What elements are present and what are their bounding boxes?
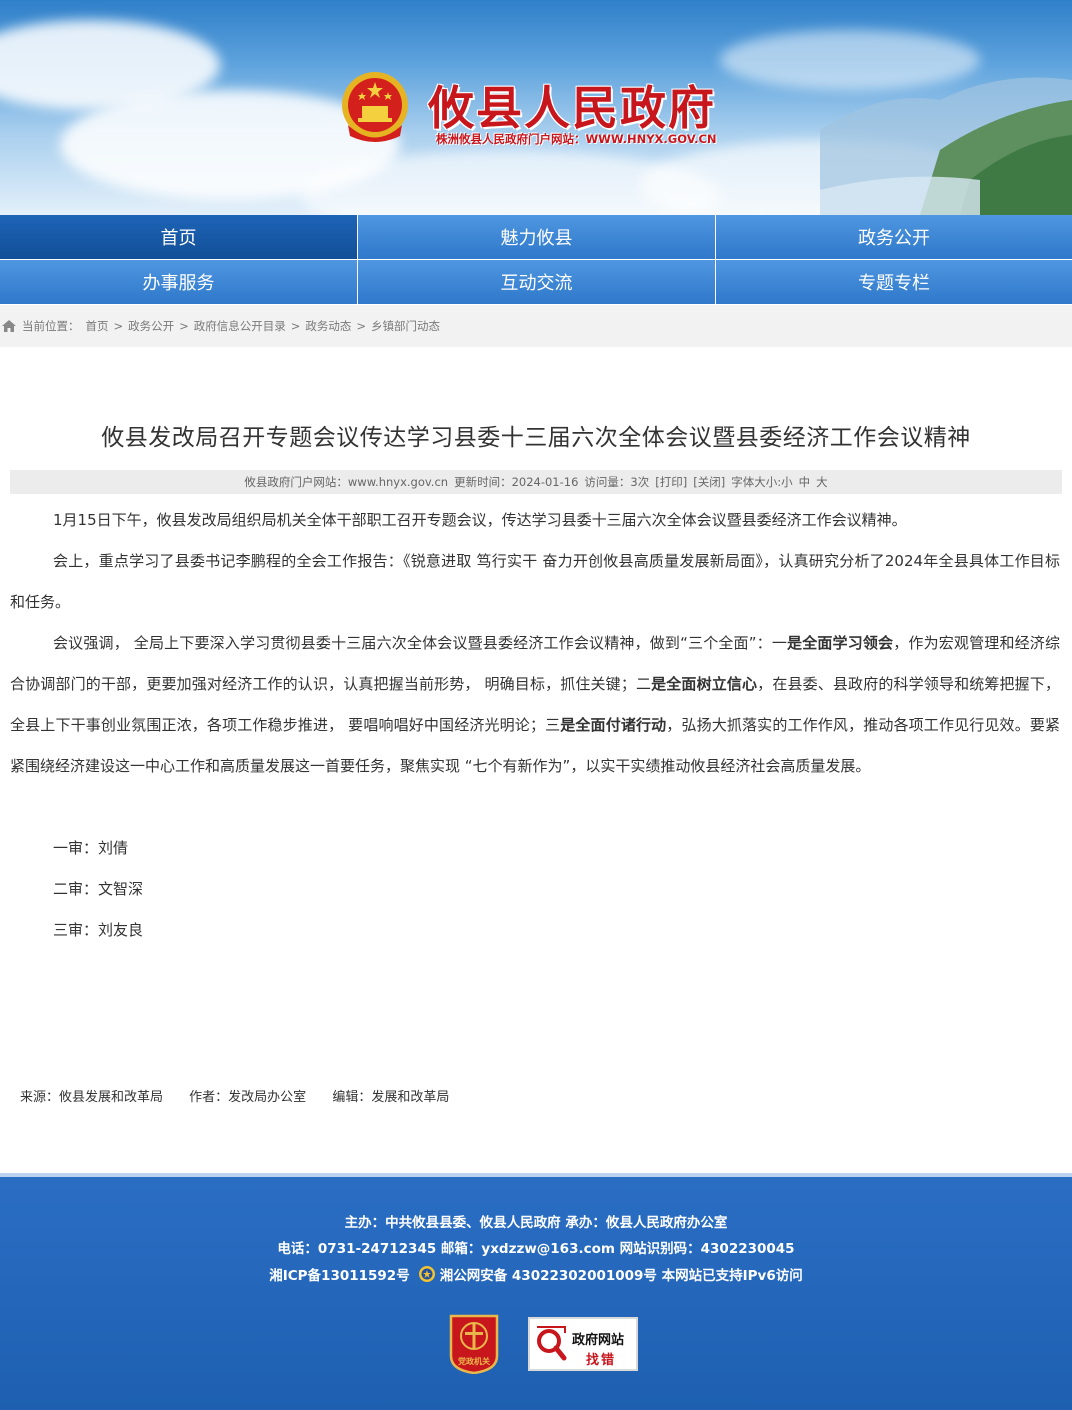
nav-item-topics[interactable]: 专题专栏 — [716, 260, 1072, 305]
bold-highlight: 是全面树立信心 — [651, 675, 758, 693]
breadcrumb-gov-affairs[interactable]: 政务公开 — [128, 318, 174, 334]
main-nav: 首页 魅力攸县 政务公开 办事服务 互动交流 专题专栏 — [0, 215, 1072, 305]
breadcrumb-separator: > — [356, 319, 367, 333]
site-banner: 攸县人民政府 株洲攸县人民政府门户网站：WWW.HNYX.GOV.CN — [0, 0, 1072, 215]
breadcrumb-home[interactable]: 首页 — [86, 318, 109, 334]
nav-item-interaction[interactable]: 互动交流 — [358, 260, 716, 305]
font-large-button[interactable]: 大 — [816, 474, 828, 490]
font-size-label: 字体大小: — [731, 475, 782, 489]
national-emblem-icon — [342, 72, 408, 142]
bold-highlight: 是全面付诸行动 — [560, 716, 667, 734]
footer-registration: 湘ICP备13011592号 湘公网安备 43022302001009号 本网站… — [0, 1264, 1072, 1284]
site-footer: 主办：中共攸县县委、攸县人民政府 承办：攸县人民政府办公室 电话：0731-24… — [0, 1173, 1072, 1410]
breadcrumb-info-catalog[interactable]: 政府信息公开目录 — [194, 318, 286, 334]
breadcrumb-township-news[interactable]: 乡镇部门动态 — [371, 318, 440, 334]
home-icon — [2, 320, 16, 332]
review-first: 一审：刘倩 — [53, 839, 129, 857]
icp-link[interactable]: 湘ICP备13011592号 — [269, 1264, 409, 1284]
meta-site: 攸县政府门户网站：www.hnyx.gov.cn — [244, 475, 449, 489]
nav-item-charm[interactable]: 魅力攸县 — [358, 215, 716, 260]
nav-item-services[interactable]: 办事服务 — [0, 260, 358, 305]
breadcrumb: 当前位置： 首页 > 政务公开 > 政府信息公开目录 > 政务动态 > 乡镇部门… — [0, 305, 1072, 347]
police-record-link[interactable]: 湘公网安备 43022302001009号 本网站已支持IPv6访问 — [440, 1264, 803, 1284]
nav-item-home[interactable]: 首页 — [0, 215, 358, 260]
party-gov-badge-icon[interactable]: 党政机关 — [447, 1312, 501, 1374]
text-segment: 会议强调， 全局上下要深入学习贯彻县委十三届六次全体会议暨县委经济工作会议精神，… — [53, 634, 788, 652]
breadcrumb-separator: > — [290, 319, 301, 333]
breadcrumb-label: 当前位置： — [22, 319, 80, 333]
article-meta: 攸县政府门户网站：www.hnyx.gov.cn 更新时间：2024-01-16… — [10, 470, 1062, 494]
article-source-info: 来源：攸县发展和改革局 作者：发改局办公室 编辑：发展和改革局 — [20, 1086, 453, 1105]
police-badge-icon — [418, 1266, 435, 1282]
breadcrumb-separator: > — [113, 319, 124, 333]
bold-highlight: 是全面学习领会 — [787, 634, 894, 652]
close-button[interactable]: [关闭] — [693, 474, 725, 490]
review-third: 三审：刘友良 — [53, 921, 144, 939]
article-paragraph: 会上，重点学习了县委书记李鹏程的全会工作报告：《锐意进取 笃行实干 奋力开创攸县… — [10, 552, 1060, 611]
print-button[interactable]: [打印] — [655, 474, 687, 490]
footer-sponsor: 主办：中共攸县县委、攸县人民政府 承办：攸县人民政府办公室 — [344, 1215, 728, 1231]
nav-item-gov-affairs[interactable]: 政务公开 — [716, 215, 1072, 260]
meta-updated: 更新时间：2024-01-16 — [454, 475, 579, 489]
review-second: 二审：文智深 — [53, 880, 144, 898]
magnifier-icon — [537, 1326, 567, 1361]
meta-visits: 访问量：3次 — [584, 475, 650, 489]
error-badge-subtitle: 找错 — [586, 1353, 617, 1368]
article-paragraph: 1月15日下午，攸县发改局组织局机关全体干部职工召开专题会议，传达学习县委十三届… — [53, 511, 907, 529]
article-source: 来源：攸县发展和改革局 — [20, 1090, 164, 1105]
gov-site-error-report-button[interactable]: 政府网站 找错 — [528, 1317, 638, 1371]
site-subtitle: 株洲攸县人民政府门户网站：WWW.HNYX.GOV.CN — [436, 132, 717, 146]
footer-contact: 电话：0731-24712345 邮箱：yxdzzw@163.com 网站识别码… — [277, 1241, 795, 1257]
mountain-scenery — [820, 77, 1072, 215]
site-title: 攸县人民政府 — [428, 81, 716, 135]
article-paragraph: 会议强调， 全局上下要深入学习贯彻县委十三届六次全体会议暨县委经济工作会议精神，… — [10, 623, 1060, 787]
font-medium-button[interactable]: 中 — [799, 474, 811, 490]
error-badge-title: 政府网站 — [572, 1333, 625, 1348]
font-small-button[interactable]: 小 — [781, 474, 793, 490]
party-badge-text: 党政机关 — [458, 1356, 490, 1366]
breadcrumb-separator: > — [179, 319, 189, 333]
breadcrumb-gov-news[interactable]: 政务动态 — [305, 318, 351, 334]
article-body: 1月15日下午，攸县发改局组织局机关全体干部职工召开专题会议，传达学习县委十三届… — [10, 500, 1060, 951]
article-editor: 编辑：发展和改革局 — [332, 1090, 450, 1105]
article-author: 作者：发改局办公室 — [189, 1090, 307, 1105]
article-title: 攸县发改局召开专题会议传达学习县委十三届六次全体会议暨县委经济工作会议精神 — [101, 425, 971, 451]
